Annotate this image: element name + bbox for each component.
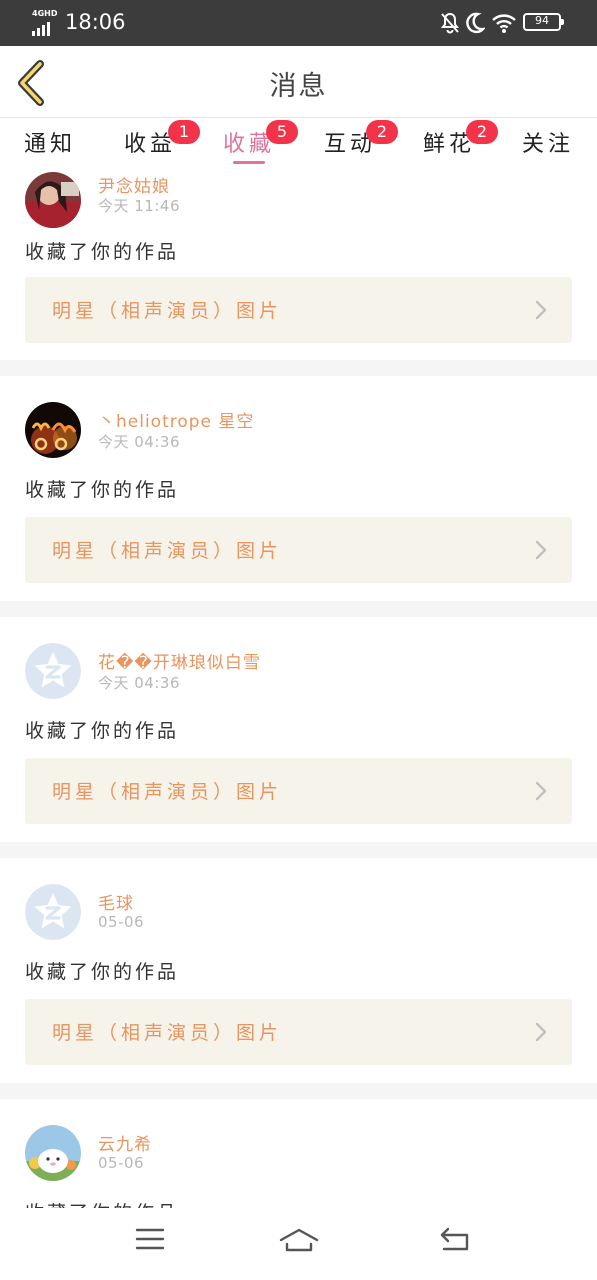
back-icon bbox=[440, 1227, 469, 1251]
battery-icon: 94 bbox=[523, 13, 564, 31]
action-text: 收藏了你的作品 bbox=[25, 720, 180, 742]
list-item: 尹念姑娘 今天 11:46 收藏了你的作品 明星（相声演员）图片 bbox=[0, 168, 597, 360]
menu-icon bbox=[135, 1228, 165, 1250]
wifi-icon bbox=[491, 12, 517, 38]
divider bbox=[0, 1083, 597, 1099]
status-bar: 4GHD 18:06 94 bbox=[0, 0, 597, 46]
action-text: 收藏了你的作品 bbox=[25, 479, 180, 501]
chevron-right-icon bbox=[535, 300, 547, 320]
tab-badge: 5 bbox=[266, 120, 298, 144]
avatar[interactable] bbox=[25, 643, 81, 699]
default-avatar-icon bbox=[25, 884, 81, 940]
list-item: 花��开琳琅似白雪 今天 04:36 收藏了你的作品 明星（相声演员）图片 bbox=[0, 617, 597, 842]
chevron-right-icon bbox=[535, 540, 547, 560]
battery-level: 94 bbox=[535, 14, 549, 27]
mute-bell-icon bbox=[440, 12, 460, 38]
home-icon bbox=[279, 1228, 319, 1252]
list-item: 丶heliotrope 星空 今天 04:36 收藏了你的作品 明星（相声演员）… bbox=[0, 376, 597, 601]
work-link[interactable]: 明星（相声演员）图片 bbox=[25, 277, 572, 343]
avatar[interactable] bbox=[25, 1125, 81, 1181]
home-button[interactable] bbox=[278, 1226, 320, 1258]
avatar[interactable] bbox=[25, 884, 81, 940]
work-link[interactable]: 明星（相声演员）图片 bbox=[25, 517, 572, 583]
action-text: 收藏了你的作品 bbox=[25, 961, 180, 983]
tab-notifications[interactable]: 通知 bbox=[24, 126, 76, 158]
chevron-right-icon bbox=[535, 1022, 547, 1042]
menu-button[interactable] bbox=[134, 1226, 166, 1256]
username[interactable]: 毛球 bbox=[98, 889, 134, 914]
network-type: 4GHD bbox=[32, 9, 58, 18]
list-item: 毛球 05-06 收藏了你的作品 明星（相声演员）图片 bbox=[0, 858, 597, 1083]
moon-icon bbox=[465, 12, 487, 38]
tab-bar: 通知 收益 1 收藏 5 互动 2 鲜花 2 关注 bbox=[0, 118, 597, 168]
divider bbox=[0, 601, 597, 617]
avatar[interactable] bbox=[25, 172, 81, 228]
tab-favorites[interactable]: 收藏 5 bbox=[223, 120, 298, 158]
tab-earnings[interactable]: 收益 1 bbox=[124, 120, 200, 158]
system-nav-bar bbox=[0, 1208, 597, 1280]
tab-following[interactable]: 关注 bbox=[522, 126, 574, 158]
work-title: 明星（相声演员）图片 bbox=[52, 1022, 283, 1044]
tab-interactions[interactable]: 互动 2 bbox=[324, 120, 398, 158]
work-title: 明星（相声演员）图片 bbox=[52, 781, 283, 803]
tab-label: 关注 bbox=[522, 132, 575, 157]
tab-badge: 2 bbox=[466, 120, 498, 144]
back-nav-button[interactable] bbox=[438, 1226, 472, 1256]
page-title: 消息 bbox=[269, 71, 328, 102]
active-tab-indicator bbox=[233, 161, 265, 164]
action-text: 收藏了你的作品 bbox=[25, 1198, 179, 1208]
divider bbox=[0, 360, 597, 376]
timestamp: 05-06 bbox=[98, 1154, 145, 1172]
favorites-feed[interactable]: 尹念姑娘 今天 11:46 收藏了你的作品 明星（相声演员）图片 丶heliot… bbox=[0, 168, 597, 1208]
work-title: 明星（相声演员）图片 bbox=[52, 300, 283, 322]
action-text: 收藏了你的作品 bbox=[25, 241, 180, 263]
list-item: 云九希 05-06 收藏了你的作品 bbox=[0, 1099, 597, 1208]
default-avatar-icon bbox=[25, 643, 81, 699]
timestamp: 今天 04:36 bbox=[98, 433, 180, 451]
timestamp: 05-06 bbox=[98, 913, 145, 931]
timestamp: 今天 04:36 bbox=[98, 674, 180, 692]
status-time: 18:06 bbox=[65, 10, 126, 34]
timestamp: 今天 11:46 bbox=[98, 197, 180, 215]
username[interactable]: 云九希 bbox=[98, 1130, 152, 1155]
username[interactable]: 花��开琳琅似白雪 bbox=[98, 648, 261, 673]
tab-label: 通知 bbox=[24, 132, 77, 157]
divider bbox=[0, 842, 597, 858]
tab-flowers[interactable]: 鲜花 2 bbox=[423, 120, 498, 158]
avatar[interactable] bbox=[25, 402, 81, 458]
work-link[interactable]: 明星（相声演员）图片 bbox=[25, 758, 572, 824]
nav-bar: 消息 bbox=[0, 46, 597, 118]
chevron-right-icon bbox=[535, 781, 547, 801]
username[interactable]: 丶heliotrope 星空 bbox=[98, 407, 254, 432]
signal-icon: 4GHD bbox=[32, 9, 60, 36]
work-title: 明星（相声演员）图片 bbox=[52, 540, 283, 562]
tab-badge: 1 bbox=[168, 120, 200, 144]
tab-badge: 2 bbox=[366, 120, 398, 144]
username[interactable]: 尹念姑娘 bbox=[98, 172, 170, 197]
work-link[interactable]: 明星（相声演员）图片 bbox=[25, 999, 572, 1065]
